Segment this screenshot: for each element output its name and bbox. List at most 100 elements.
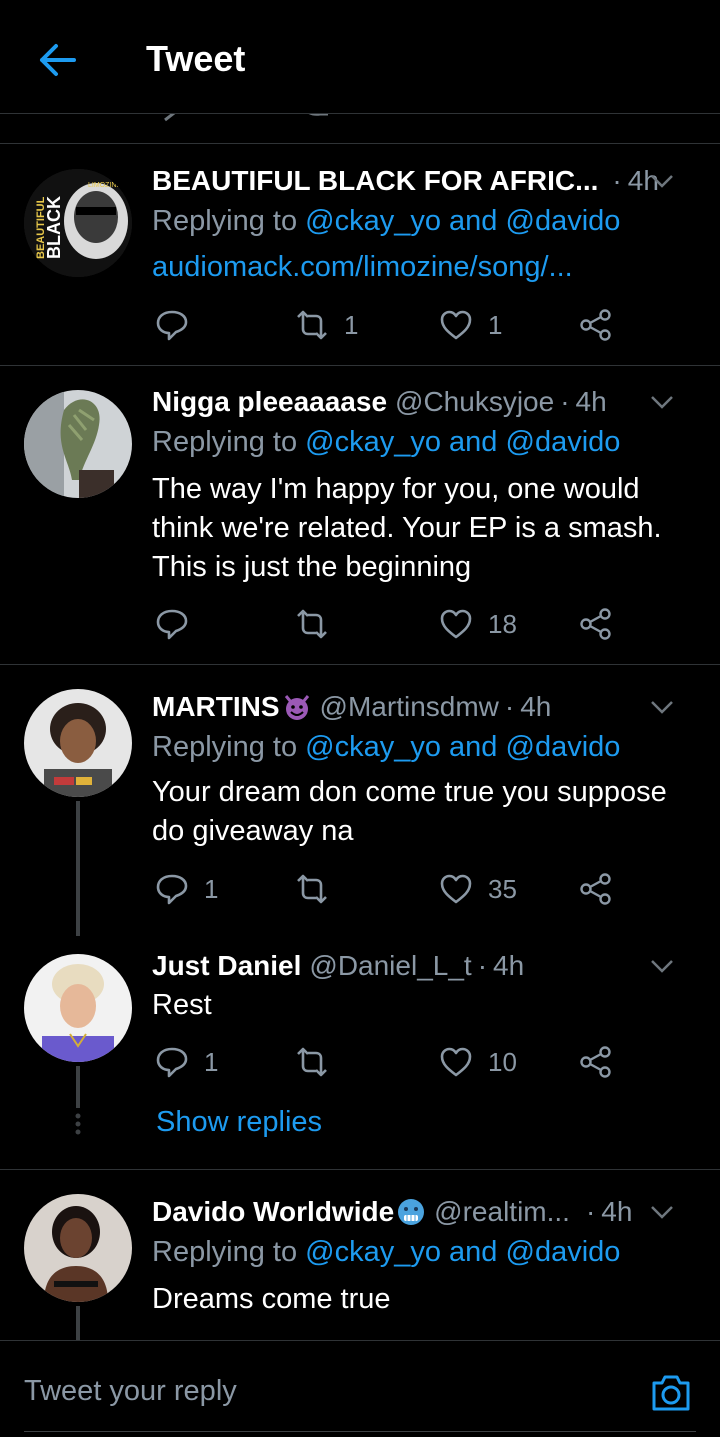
retweet-button[interactable]: 1 — [294, 305, 358, 345]
separator: · — [612, 165, 622, 196]
heart-icon — [440, 609, 472, 639]
user-handle[interactable]: @Martinsdmw — [320, 691, 499, 723]
retweet-icon — [297, 1047, 327, 1077]
reply-icon — [156, 874, 188, 905]
tweet[interactable]: MARTINS @Martinsdmw · 4h Replying to @ck… — [0, 665, 720, 936]
back-arrow-icon[interactable] — [30, 40, 80, 80]
chevron-down-icon[interactable] — [648, 952, 676, 980]
retweet-count: 1 — [344, 309, 359, 340]
reply-count: 1 — [204, 1046, 219, 1077]
tweet-header: Davido Worldwide @realtim... · 4h — [152, 1194, 700, 1230]
retweet-icon — [297, 874, 327, 904]
separator: · — [477, 950, 488, 981]
share-icon — [580, 608, 611, 640]
chevron-down-icon[interactable] — [648, 693, 676, 721]
avatar[interactable] — [24, 390, 132, 498]
replying-to: Replying to @ckay_yo and @davido — [152, 1236, 621, 1268]
avatar[interactable]: LIMOZINE BLACK BEAUTIFUL — [24, 169, 132, 277]
show-replies-link[interactable]: Show replies — [156, 1106, 322, 1139]
reply-composer — [0, 1340, 720, 1437]
mention-link[interactable]: @ckay_yo — [305, 205, 441, 237]
display-name[interactable]: BEAUTIFUL BLACK FOR AFRIC... — [152, 165, 598, 197]
like-count: 1 — [488, 309, 503, 340]
chevron-down-icon[interactable] — [648, 388, 676, 416]
like-button[interactable]: 18 — [438, 604, 517, 644]
share-button[interactable] — [578, 305, 614, 345]
reply-button[interactable] — [154, 305, 190, 345]
display-name[interactable]: Just Daniel — [152, 950, 301, 982]
user-handle[interactable]: @Daniel_L_t — [309, 950, 471, 982]
retweet-icon — [297, 310, 327, 340]
thread-connector — [76, 1306, 80, 1340]
tweet-header: Just Daniel @Daniel_L_t · 4h — [152, 948, 700, 984]
mention-link[interactable]: @davido — [506, 731, 621, 763]
tweet[interactable]: Nigga pleeaaaase @Chuksyjoe · 4h Replyin… — [0, 366, 720, 665]
tweet-text: The way I'm happy for you, one would thi… — [152, 473, 662, 583]
reply-icon — [156, 1047, 188, 1078]
previous-tweet-actions-peek — [0, 114, 720, 144]
mention-link[interactable]: @ckay_yo — [305, 1236, 441, 1268]
tweet-actions: 1 1 — [152, 305, 652, 345]
camera-icon[interactable] — [648, 1369, 694, 1415]
replying-to: Replying to @ckay_yo and @davido — [152, 205, 621, 237]
thread-connector — [76, 1066, 80, 1108]
mention-link[interactable]: @davido — [506, 426, 621, 458]
timestamp: 4h — [493, 950, 525, 981]
tweet-actions: 1 35 — [152, 869, 652, 909]
share-button[interactable] — [578, 869, 614, 909]
display-name[interactable]: MARTINS — [152, 691, 280, 723]
chevron-down-icon[interactable] — [648, 1198, 676, 1226]
top-app-bar: Tweet — [0, 0, 720, 114]
page-title: Tweet — [146, 38, 246, 79]
tweet-actions: 1 10 — [152, 1042, 652, 1082]
retweet-button[interactable] — [294, 869, 330, 909]
tweet-header: Nigga pleeaaaase @Chuksyjoe · 4h — [152, 384, 700, 420]
mention-link[interactable]: @ckay_yo — [305, 731, 441, 763]
more-replies-dots — [73, 1112, 83, 1141]
reply-input[interactable] — [24, 1369, 624, 1413]
like-count: 10 — [488, 1046, 517, 1077]
tweet[interactable]: LIMOZINE BLACK BEAUTIFUL BEAUTIFUL BLACK… — [0, 145, 720, 366]
share-button[interactable] — [578, 1042, 614, 1082]
mention-link[interactable]: @ckay_yo — [305, 426, 441, 458]
reply-icon — [156, 609, 188, 640]
like-button[interactable]: 10 — [438, 1042, 517, 1082]
user-handle[interactable]: @realtim... — [434, 1196, 570, 1228]
cold-face-emoji-icon — [398, 1199, 425, 1225]
display-name[interactable]: Davido Worldwide — [152, 1196, 394, 1228]
tweet-header: BEAUTIFUL BLACK FOR AFRIC... · 4h — [152, 163, 700, 199]
tweet[interactable]: Just Daniel @Daniel_L_t · 4h Rest 1 10 — [0, 936, 720, 1170]
user-handle[interactable]: @Chuksyjoe — [395, 386, 554, 418]
like-count: 18 — [488, 608, 517, 639]
mention-link[interactable]: @davido — [506, 205, 621, 237]
timestamp: 4h — [601, 1196, 633, 1227]
heart-icon — [440, 1047, 472, 1077]
reply-button[interactable]: 1 — [154, 869, 218, 909]
timestamp: 4h — [575, 386, 607, 417]
avatar[interactable] — [24, 954, 132, 1062]
retweet-button[interactable] — [294, 604, 330, 644]
share-button[interactable] — [578, 604, 614, 644]
separator: · — [560, 386, 570, 417]
like-button[interactable]: 35 — [438, 869, 517, 909]
avatar[interactable] — [24, 689, 132, 797]
svg-text:BEAUTIFUL: BEAUTIFUL — [35, 196, 47, 259]
share-icon — [580, 309, 611, 341]
tweet[interactable]: Davido Worldwide @realtim... · 4h Replyi… — [0, 1170, 720, 1340]
reply-button[interactable]: 1 — [154, 1042, 218, 1082]
retweet-button[interactable] — [294, 1042, 330, 1082]
like-button[interactable]: 1 — [438, 305, 502, 345]
tweet-text: Your dream don come true you suppose do … — [152, 776, 667, 847]
replying-to: Replying to @ckay_yo and @davido — [152, 731, 621, 763]
share-icon — [580, 1046, 611, 1078]
reply-button[interactable] — [154, 604, 190, 644]
display-name[interactable]: Nigga pleeaaaase — [152, 386, 387, 418]
svg-text:LIMOZINE: LIMOZINE — [88, 182, 121, 189]
tweet-text: Rest — [152, 989, 212, 1021]
tweet-link[interactable]: audiomack.com/limozine/song/... — [152, 251, 573, 284]
mention-link[interactable]: @davido — [506, 1236, 621, 1268]
chevron-down-icon[interactable] — [648, 167, 676, 195]
smiling-devil-emoji-icon — [284, 695, 309, 720]
like-count: 35 — [488, 873, 517, 904]
avatar[interactable] — [24, 1194, 132, 1302]
